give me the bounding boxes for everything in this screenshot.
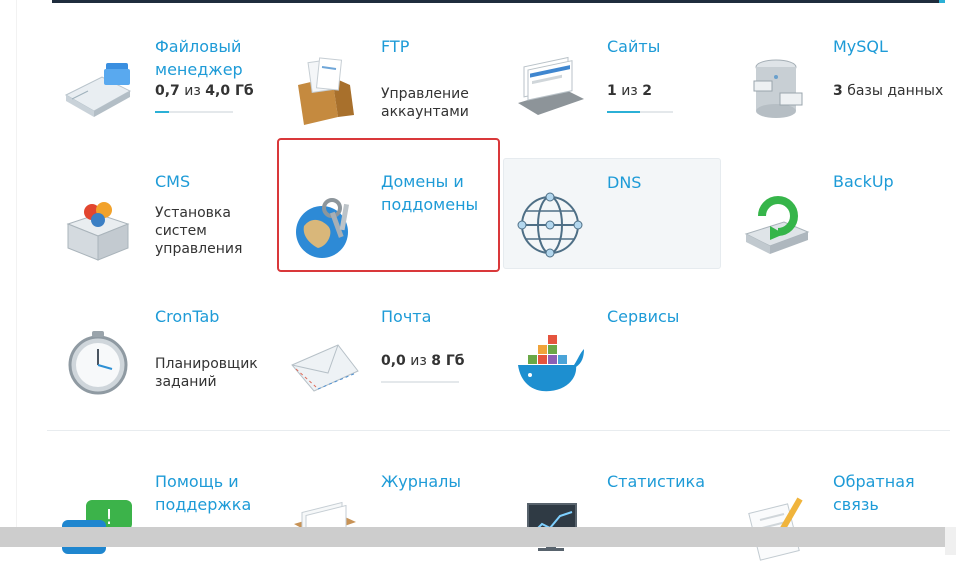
whale-containers-icon: [518, 335, 584, 392]
tile-cms[interactable]: CMS Установка систем управления: [52, 170, 274, 280]
tile-title[interactable]: Файловый менеджер: [155, 35, 270, 81]
tile-crontab[interactable]: CronTab Планировщик заданий: [52, 305, 274, 415]
tile-backup[interactable]: BackUp: [730, 170, 952, 280]
section-divider: [47, 430, 950, 431]
tile-title[interactable]: BackUp: [833, 170, 948, 193]
tile-title[interactable]: Статистика: [607, 470, 722, 493]
tile-title[interactable]: Журналы: [381, 470, 496, 493]
horizontal-scrollbar[interactable]: [0, 527, 945, 547]
sites-usage-bar: [607, 111, 673, 113]
tile-sites[interactable]: Сайты 1 из 2: [504, 35, 726, 145]
tile-title[interactable]: CMS: [155, 170, 270, 193]
file-manager-icon: [64, 63, 132, 117]
selected-tile-highlight: [277, 138, 500, 272]
tile-title[interactable]: Почта: [381, 305, 496, 328]
tile-description: Установка систем управления: [155, 205, 243, 257]
tile-title[interactable]: Помощь и поддержка: [155, 470, 270, 516]
sites-usage: 1 из 2: [607, 83, 652, 99]
tile-title[interactable]: DNS: [607, 171, 722, 194]
clock-icon: [68, 331, 128, 395]
svg-text:!: !: [105, 505, 113, 529]
tile-title[interactable]: FTP: [381, 35, 496, 58]
tile-title[interactable]: CronTab: [155, 305, 270, 328]
database-icon: [753, 59, 803, 118]
network-globe-icon: [517, 192, 583, 258]
tile-description: Планировщик заданий: [155, 356, 258, 390]
tile-mysql[interactable]: MySQL 3 базы данных: [730, 35, 952, 145]
tile-title[interactable]: Сайты: [607, 35, 722, 58]
ftp-box-icon: [298, 57, 354, 125]
top-bar: [52, 0, 945, 3]
mail-usage-bar: [381, 381, 459, 383]
tile-support[interactable]: ! ? Помощь и поддержка: [52, 470, 274, 580]
top-bar-accent: [939, 0, 945, 3]
tile-stats[interactable]: Статистика: [504, 470, 726, 580]
tile-dns[interactable]: DNS: [503, 158, 721, 269]
mysql-usage: 3 базы данных: [833, 83, 944, 99]
tile-feedback[interactable]: Обратная связь: [730, 470, 952, 580]
logs-tray-icon: [294, 501, 356, 539]
scrollbar-corner: [945, 527, 956, 555]
sites-icon: [518, 56, 584, 115]
tile-services[interactable]: Сервисы: [504, 305, 726, 415]
tile-title[interactable]: MySQL: [833, 35, 948, 58]
mail-usage: 0,0 из 8 Гб: [381, 353, 465, 369]
file-usage-bar: [155, 111, 233, 113]
tile-title[interactable]: Обратная связь: [833, 470, 948, 516]
left-border: [16, 0, 17, 527]
file-usage: 0,7 из 4,0 Гб: [155, 83, 254, 99]
feedback-form-icon: [748, 497, 803, 561]
envelope-icon: [291, 344, 359, 392]
tile-mail[interactable]: Почта 0,0 из 8 Гб: [278, 305, 500, 415]
tile-logs[interactable]: Журналы: [278, 470, 500, 580]
tile-description: Управление аккаунтами: [381, 86, 469, 120]
help-bubbles-icon: ! ?: [62, 500, 132, 554]
stats-monitor-icon: [527, 503, 577, 551]
tile-ftp[interactable]: FTP Управление аккаунтами: [278, 35, 500, 145]
backup-drive-icon: [744, 196, 810, 254]
cms-box-icon: [66, 202, 130, 261]
tile-file-manager[interactable]: Файловый менеджер 0,7 из 4,0 Гб: [52, 35, 274, 145]
tile-title[interactable]: Сервисы: [607, 305, 722, 328]
